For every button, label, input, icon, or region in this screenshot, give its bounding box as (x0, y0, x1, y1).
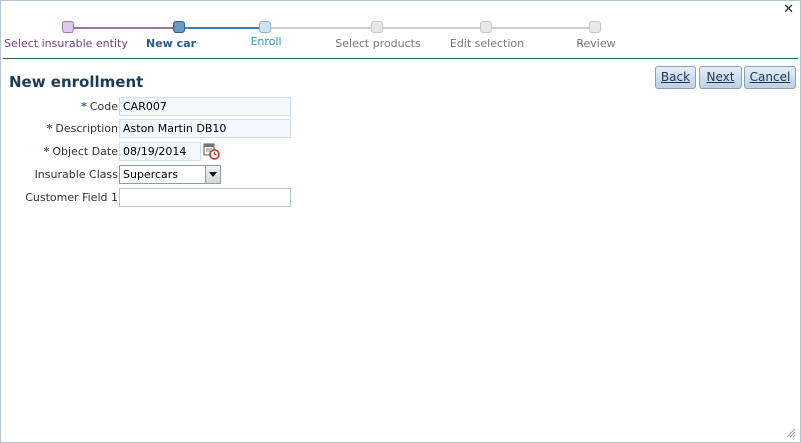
train-label-new-car: New car (145, 37, 197, 50)
required-marker: * (81, 100, 87, 113)
code-row: * Code CAR007 (1, 97, 321, 117)
chevron-down-icon[interactable] (205, 166, 220, 183)
dialog-frame: ✕ Select insurable entity New car Enroll… (0, 0, 801, 443)
train-stop-select-products (371, 21, 383, 33)
train-stop-new-car (173, 21, 185, 33)
train-label-enroll[interactable]: Enroll (250, 35, 281, 48)
train-stop-edit-selection (480, 21, 492, 33)
description-row: * Description Aston Martin DB10 (1, 119, 321, 139)
customer-field-1-label: Customer Field 1 (25, 191, 118, 204)
object-date-label: * Object Date (43, 145, 118, 158)
train-connector-2 (179, 27, 265, 29)
train-stop-select-insurable-entity[interactable] (62, 21, 74, 33)
wizard-train: Select insurable entity New car Enroll S… (1, 1, 801, 59)
resize-grip-icon[interactable] (786, 428, 796, 438)
insurable-class-label: Insurable Class (34, 168, 118, 181)
train-label-review: Review (576, 37, 616, 50)
object-date-row: * Object Date 08/19/2014 (1, 142, 321, 162)
insurable-class-select[interactable]: Supercars (119, 165, 221, 184)
train-label-select-insurable-entity[interactable]: Select insurable entity (4, 37, 128, 50)
train-stop-review (589, 21, 601, 33)
train-connector-1 (69, 27, 179, 29)
customer-field-1-row: Customer Field 1 (1, 188, 321, 208)
code-input[interactable]: CAR007 (119, 97, 291, 116)
description-input[interactable]: Aston Martin DB10 (119, 119, 291, 138)
back-button[interactable]: Back (655, 66, 696, 89)
description-label: * Description (46, 122, 118, 135)
calendar-clock-icon[interactable] (203, 142, 220, 160)
train-label-select-products: Select products (335, 37, 421, 50)
code-label: * Code (81, 100, 118, 113)
next-button[interactable]: Next (699, 66, 742, 89)
train-stop-enroll[interactable] (259, 21, 271, 33)
required-marker: * (43, 145, 50, 158)
insurable-class-row: Insurable Class Supercars (1, 165, 321, 185)
required-marker: * (46, 122, 53, 135)
cancel-button[interactable]: Cancel (744, 66, 796, 89)
object-date-input[interactable]: 08/19/2014 (119, 142, 201, 161)
train-label-edit-selection: Edit selection (449, 37, 525, 50)
header-divider (3, 58, 798, 59)
train-connector-rest (265, 27, 595, 29)
insurable-class-value: Supercars (123, 168, 179, 181)
customer-field-1-input[interactable] (119, 188, 291, 207)
page-title: New enrollment (9, 73, 144, 91)
